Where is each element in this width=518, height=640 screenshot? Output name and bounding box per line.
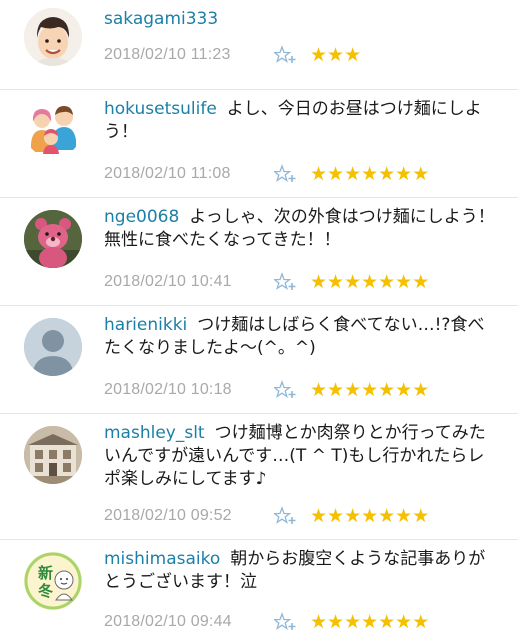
comment-timestamp: 2018/02/10 11:08	[104, 165, 231, 182]
add-star-icon[interactable]	[274, 612, 300, 632]
comment-item: 新 冬 mishimasaiko 朝からお腹空くような記事ありがとうございます！泣…	[0, 540, 518, 640]
comment-body: harienikki つけ麺はしばらく食べてない…!?食べたくなりましたよ〜(^。…	[104, 314, 500, 360]
comment-body: nge0068 よっしゃ、次の外食はつけ麺にしよう！無性に食べたくなってきた！！	[104, 206, 500, 252]
comment-timestamp: 2018/02/10 10:41	[104, 273, 232, 290]
comment-username[interactable]: sakagami333	[104, 9, 218, 29]
add-star-icon[interactable]	[274, 272, 300, 292]
default-user-avatar[interactable]	[24, 318, 82, 376]
comment-meta: 2018/02/10 09:52 ★★★★★★★	[104, 504, 429, 528]
comment-body: mishimasaiko 朝からお腹空くような記事ありがとうございます！泣	[104, 548, 500, 594]
comment-item: sakagami333 2018/02/10 11:23 ★★★	[0, 0, 518, 90]
star-rating[interactable]: ★★★	[310, 43, 361, 67]
family-avatar[interactable]	[24, 100, 82, 158]
avatar-text: 新	[38, 564, 53, 582]
comment-meta: 2018/02/10 11:08 ★★★★★★★	[104, 162, 429, 186]
add-star-icon[interactable]	[274, 506, 300, 526]
comment-meta: 2018/02/10 10:18 ★★★★★★★	[104, 378, 429, 402]
building-avatar[interactable]	[24, 426, 82, 484]
comment-username[interactable]: nge0068	[104, 207, 179, 227]
comment-item: nge0068 よっしゃ、次の外食はつけ麺にしよう！無性に食べたくなってきた！！ …	[0, 198, 518, 306]
comment-meta: 2018/02/10 09:44 ★★★★★★★	[104, 610, 429, 634]
comment-body: sakagami333	[104, 8, 500, 31]
comment-body: hokusetsulife よし、今日のお昼はつけ麺にしよう！	[104, 98, 500, 144]
comment-timestamp: 2018/02/10 10:18	[104, 381, 232, 398]
star-rating[interactable]: ★★★★★★★	[310, 162, 429, 186]
bear-plush-avatar[interactable]	[24, 210, 82, 268]
new-winter-avatar[interactable]: 新 冬	[24, 552, 82, 610]
star-rating[interactable]: ★★★★★★★	[310, 610, 429, 634]
comment-item: mashley_slt つけ麺博とか肉祭りとか行ってみたいんですが遠いんです…(T…	[0, 414, 518, 540]
comment-username[interactable]: hokusetsulife	[104, 99, 217, 119]
comment-body: mashley_slt つけ麺博とか肉祭りとか行ってみたいんですが遠いんです…(T…	[104, 422, 500, 491]
comment-meta: 2018/02/10 10:41 ★★★★★★★	[104, 270, 429, 294]
comment-timestamp: 2018/02/10 09:44	[104, 613, 232, 630]
comment-timestamp: 2018/02/10 09:52	[104, 507, 232, 524]
add-star-icon[interactable]	[274, 380, 300, 400]
comment-list: sakagami333 2018/02/10 11:23 ★★★ hokuset…	[0, 0, 518, 640]
comment-username[interactable]: mashley_slt	[104, 423, 205, 443]
add-star-icon[interactable]	[274, 164, 300, 184]
add-star-icon[interactable]	[274, 45, 300, 65]
comment-item: harienikki つけ麺はしばらく食べてない…!?食べたくなりましたよ〜(^。…	[0, 306, 518, 414]
comment-timestamp: 2018/02/10 11:23	[104, 46, 231, 63]
comment-username[interactable]: harienikki	[104, 315, 187, 335]
star-rating[interactable]: ★★★★★★★	[310, 270, 429, 294]
comment-item: hokusetsulife よし、今日のお昼はつけ麺にしよう！ 2018/02/1…	[0, 90, 518, 198]
comment-username[interactable]: mishimasaiko	[104, 549, 220, 569]
avatar-text: 冬	[38, 582, 53, 600]
comment-meta: 2018/02/10 11:23 ★★★	[104, 43, 361, 67]
star-rating[interactable]: ★★★★★★★	[310, 504, 429, 528]
star-rating[interactable]: ★★★★★★★	[310, 378, 429, 402]
man-face-avatar[interactable]	[24, 8, 82, 66]
